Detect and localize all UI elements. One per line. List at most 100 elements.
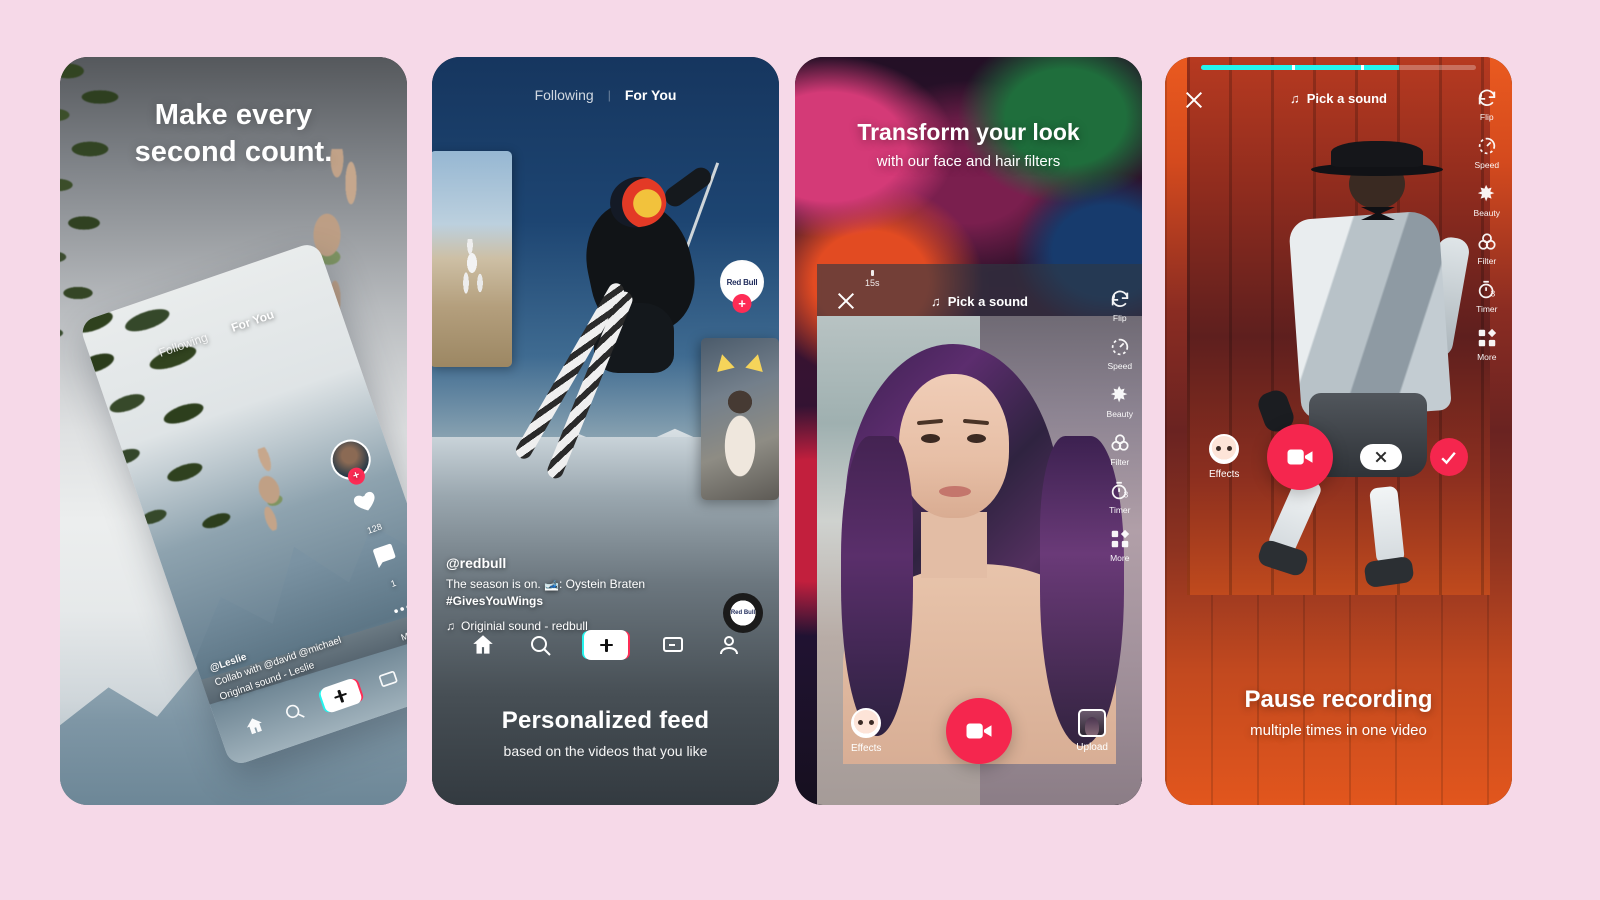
duration-marker xyxy=(870,270,874,276)
model-lips xyxy=(939,486,971,497)
tool-beauty[interactable]: Beauty xyxy=(1474,183,1500,218)
panel-footer: Pause recording multiple times in one vi… xyxy=(1165,686,1512,739)
delete-clip-button[interactable] xyxy=(1360,444,1403,470)
tool-speed-label: Speed xyxy=(1107,361,1133,371)
speed-icon xyxy=(1111,338,1128,356)
tool-more-label: More xyxy=(1477,352,1497,362)
tool-speed[interactable]: Speed xyxy=(1474,135,1499,170)
feed-tabs: Following | For You xyxy=(432,87,779,103)
like-heart-icon[interactable] xyxy=(349,485,382,518)
home-icon[interactable] xyxy=(470,632,496,658)
headline-line-2: second count. xyxy=(134,136,333,169)
camera-tool-rail: Flip Speed Beauty Filter 3 Timer More xyxy=(1474,87,1500,362)
inbox-icon[interactable] xyxy=(661,633,685,657)
tab-for-you[interactable]: For You xyxy=(625,87,677,103)
footer-subtitle: multiple times in one video xyxy=(1250,722,1427,739)
more-icon xyxy=(1478,328,1496,347)
confirm-button[interactable] xyxy=(1429,438,1468,476)
follow-plus-icon[interactable]: + xyxy=(732,294,752,313)
share-more-icon[interactable] xyxy=(388,595,407,623)
create-button[interactable] xyxy=(318,677,363,715)
headline: Transform your look xyxy=(857,119,1080,145)
dancer-jacket xyxy=(1288,210,1452,420)
effects-icon xyxy=(851,708,882,738)
subheadline: with our face and hair filters xyxy=(876,153,1061,170)
tab-following[interactable]: Following xyxy=(535,87,594,103)
camera-top-bar: 15s ♫ Pick a sound xyxy=(817,264,1142,326)
tool-timer[interactable]: 3 Timer xyxy=(1476,279,1498,314)
cat-photo xyxy=(713,368,767,488)
inbox-icon[interactable] xyxy=(375,667,400,692)
model-eye-left xyxy=(921,434,940,443)
tool-more-label: More xyxy=(1110,553,1130,563)
effects-button[interactable]: Effects xyxy=(851,708,881,754)
screenshot-canvas: Make every second count. Following For Y… xyxy=(0,0,1600,900)
pick-a-sound-button[interactable]: ♫ Pick a sound xyxy=(1165,91,1512,106)
phone-panel-pause-recording: ♫ Pick a sound Flip Speed Beauty Filter xyxy=(1165,57,1512,805)
tool-flip-label: Flip xyxy=(1479,112,1494,122)
adjacent-video-thumbnail-left[interactable] xyxy=(432,151,512,367)
tool-timer-label: Timer xyxy=(1476,304,1498,314)
record-button[interactable] xyxy=(1266,424,1333,490)
adjacent-video-thumbnail-right[interactable] xyxy=(701,338,779,500)
dancer-hat xyxy=(1331,141,1423,167)
headline-line-1: Make every xyxy=(154,99,313,131)
caption-username[interactable]: @redbull xyxy=(446,555,676,571)
tool-speed[interactable]: Speed xyxy=(1107,336,1132,371)
page-title: Transform your look with our face and ha… xyxy=(795,119,1142,170)
tool-filter[interactable]: Filter xyxy=(1109,432,1131,467)
tool-beauty-label: Beauty xyxy=(1106,409,1133,419)
music-note-icon: ♫ xyxy=(931,294,941,309)
check-icon xyxy=(1441,451,1457,464)
speed-icon xyxy=(1478,137,1495,155)
like-count: 128 xyxy=(365,521,384,536)
caption-description: The season is on. 🎿: Oystein Braten xyxy=(446,576,646,591)
create-button[interactable] xyxy=(584,630,629,660)
comment-count: 1 xyxy=(389,577,398,590)
tool-flip[interactable]: Flip xyxy=(1109,288,1131,323)
video-camera-icon xyxy=(1287,449,1313,465)
profile-icon[interactable] xyxy=(717,633,741,657)
yoga-person xyxy=(458,239,488,295)
home-icon[interactable] xyxy=(241,712,268,739)
tool-more[interactable]: More xyxy=(1476,327,1498,362)
phone-panel-transform-your-look: Transform your look with our face and ha… xyxy=(795,57,1142,805)
camera-screen-overlay: 15s ♫ Pick a sound Flip Speed Beauty Fil… xyxy=(817,264,1142,805)
tool-speed-label: Speed xyxy=(1474,160,1500,170)
upload-button[interactable]: Upload xyxy=(1076,709,1108,753)
comment-icon[interactable] xyxy=(367,540,400,573)
search-icon[interactable] xyxy=(528,633,552,657)
tool-timer[interactable]: 3 Timer xyxy=(1109,480,1131,515)
tool-beauty[interactable]: Beauty xyxy=(1107,384,1133,419)
effects-label: Effects xyxy=(851,743,882,754)
dancer-shoe-left xyxy=(1256,538,1310,578)
video-camera-icon xyxy=(966,723,992,739)
model-neck xyxy=(921,512,987,578)
dancer-shoe-right xyxy=(1363,555,1415,589)
tool-filter-label: Filter xyxy=(1110,457,1130,467)
follow-plus-icon[interactable]: + xyxy=(345,465,368,487)
tool-flip-label: Flip xyxy=(1112,313,1127,323)
caption-hashtag[interactable]: #GivesYouWings xyxy=(446,593,676,610)
brand-name: Red Bull xyxy=(726,277,758,287)
camera-top-bar: ♫ Pick a sound xyxy=(1165,57,1512,119)
tool-flip[interactable]: Flip xyxy=(1476,87,1498,122)
effects-label: Effects xyxy=(1209,469,1240,480)
brand-avatar[interactable]: Red Bull + xyxy=(720,260,764,313)
beauty-icon xyxy=(1110,385,1128,403)
pick-a-sound-button[interactable]: ♫ Pick a sound xyxy=(817,294,1142,309)
tool-filter[interactable]: Filter xyxy=(1476,231,1498,266)
effects-button[interactable]: Effects xyxy=(1209,434,1239,480)
tool-more[interactable]: More xyxy=(1109,528,1131,563)
video-caption: @redbull The season is on. 🎿: Oystein Br… xyxy=(446,555,676,633)
filter-icon xyxy=(1111,434,1129,451)
recording-duration-label: 15s xyxy=(865,270,880,288)
page-title: Make every second count. xyxy=(60,97,407,171)
record-button[interactable] xyxy=(945,698,1012,764)
search-icon[interactable] xyxy=(281,699,306,724)
avatar[interactable]: + xyxy=(325,434,377,487)
phone-panel-make-every-second-count: Make every second count. Following For Y… xyxy=(60,57,407,805)
footer-title: Personalized feed xyxy=(501,707,710,734)
dancer-figure xyxy=(1245,141,1472,611)
tool-timer-label: Timer xyxy=(1109,505,1131,515)
